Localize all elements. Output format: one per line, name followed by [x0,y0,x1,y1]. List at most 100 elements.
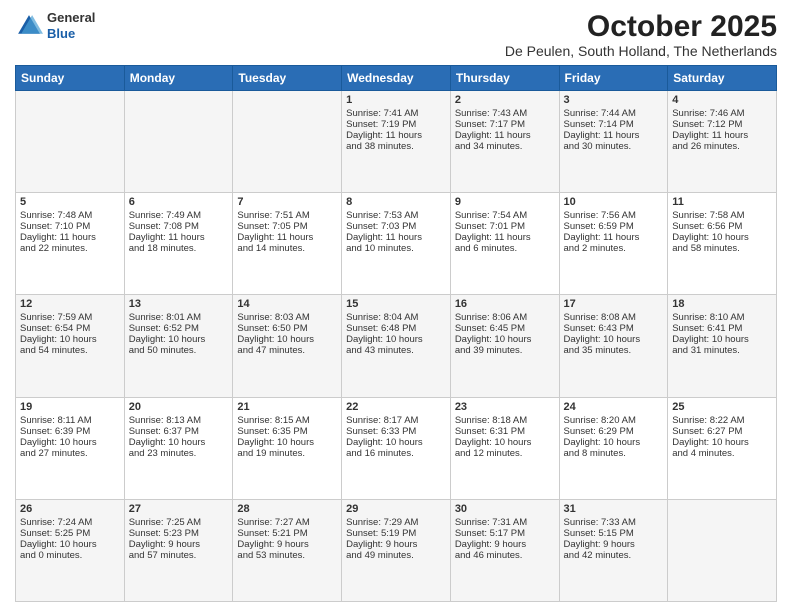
day-info-line: and 34 minutes. [455,141,555,152]
day-info-line: Sunrise: 7:56 AM [564,210,664,221]
day-info-line: Daylight: 9 hours [346,539,446,550]
day-info-line: Daylight: 10 hours [237,334,337,345]
day-info-line: and 14 minutes. [237,243,337,254]
day-info-line: Daylight: 11 hours [20,232,120,243]
calendar-cell [16,91,125,193]
day-info-line: Sunset: 7:12 PM [672,119,772,130]
day-info-line: and 49 minutes. [346,550,446,561]
calendar-cell: 19Sunrise: 8:11 AMSunset: 6:39 PMDayligh… [16,397,125,499]
day-number: 8 [346,196,446,208]
calendar-cell: 28Sunrise: 7:27 AMSunset: 5:21 PMDayligh… [233,499,342,601]
calendar-cell: 20Sunrise: 8:13 AMSunset: 6:37 PMDayligh… [124,397,233,499]
day-info-line: Sunrise: 7:48 AM [20,210,120,221]
day-info-line: Sunset: 6:45 PM [455,323,555,334]
day-number: 2 [455,94,555,106]
day-number: 22 [346,401,446,413]
calendar-cell: 2Sunrise: 7:43 AMSunset: 7:17 PMDaylight… [450,91,559,193]
day-info-line: Sunrise: 8:20 AM [564,415,664,426]
day-info-line: Daylight: 11 hours [564,232,664,243]
day-number: 6 [129,196,229,208]
day-info-line: and 38 minutes. [346,141,446,152]
day-number: 30 [455,503,555,515]
day-info-line: Sunset: 7:01 PM [455,221,555,232]
day-info-line: and 50 minutes. [129,345,229,356]
calendar-cell [233,91,342,193]
day-info-line: Sunrise: 7:53 AM [346,210,446,221]
calendar-week-row: 26Sunrise: 7:24 AMSunset: 5:25 PMDayligh… [16,499,777,601]
day-info-line: and 8 minutes. [564,448,664,459]
day-info-line: Sunset: 6:52 PM [129,323,229,334]
day-info-line: Sunset: 6:31 PM [455,426,555,437]
day-number: 27 [129,503,229,515]
calendar-cell: 6Sunrise: 7:49 AMSunset: 7:08 PMDaylight… [124,193,233,295]
day-info-line: and 12 minutes. [455,448,555,459]
day-info-line: Sunset: 6:48 PM [346,323,446,334]
day-number: 4 [672,94,772,106]
day-info-line: Sunrise: 7:44 AM [564,108,664,119]
day-info-line: Daylight: 11 hours [237,232,337,243]
day-number: 20 [129,401,229,413]
calendar-header-row: SundayMondayTuesdayWednesdayThursdayFrid… [16,66,777,91]
day-info-line: Daylight: 11 hours [129,232,229,243]
day-info-line: and 6 minutes. [455,243,555,254]
month-title: October 2025 [505,10,777,43]
calendar-week-row: 1Sunrise: 7:41 AMSunset: 7:19 PMDaylight… [16,91,777,193]
day-number: 19 [20,401,120,413]
day-info-line: Sunrise: 7:33 AM [564,517,664,528]
day-info-line: Sunrise: 8:22 AM [672,415,772,426]
day-info-line: and 19 minutes. [237,448,337,459]
calendar-cell: 24Sunrise: 8:20 AMSunset: 6:29 PMDayligh… [559,397,668,499]
day-info-line: Daylight: 10 hours [672,437,772,448]
day-info-line: Sunset: 6:43 PM [564,323,664,334]
calendar-cell: 18Sunrise: 8:10 AMSunset: 6:41 PMDayligh… [668,295,777,397]
day-info-line: Daylight: 10 hours [564,437,664,448]
day-info-line: Sunset: 6:54 PM [20,323,120,334]
calendar-table: SundayMondayTuesdayWednesdayThursdayFrid… [15,65,777,602]
day-info-line: Sunset: 6:33 PM [346,426,446,437]
day-number: 13 [129,298,229,310]
title-block: October 2025 De Peulen, South Holland, T… [505,10,777,59]
day-info-line: Sunrise: 8:13 AM [129,415,229,426]
location-subtitle: De Peulen, South Holland, The Netherland… [505,43,777,59]
day-info-line: Sunrise: 7:27 AM [237,517,337,528]
day-info-line: Daylight: 10 hours [129,437,229,448]
day-info-line: Daylight: 10 hours [20,334,120,345]
calendar-cell: 30Sunrise: 7:31 AMSunset: 5:17 PMDayligh… [450,499,559,601]
day-header-friday: Friday [559,66,668,91]
calendar-cell: 17Sunrise: 8:08 AMSunset: 6:43 PMDayligh… [559,295,668,397]
calendar-week-row: 12Sunrise: 7:59 AMSunset: 6:54 PMDayligh… [16,295,777,397]
calendar-cell: 29Sunrise: 7:29 AMSunset: 5:19 PMDayligh… [342,499,451,601]
calendar-cell: 12Sunrise: 7:59 AMSunset: 6:54 PMDayligh… [16,295,125,397]
calendar-cell: 11Sunrise: 7:58 AMSunset: 6:56 PMDayligh… [668,193,777,295]
calendar-cell: 21Sunrise: 8:15 AMSunset: 6:35 PMDayligh… [233,397,342,499]
calendar-cell: 1Sunrise: 7:41 AMSunset: 7:19 PMDaylight… [342,91,451,193]
day-info-line: Sunset: 5:15 PM [564,528,664,539]
calendar-cell: 3Sunrise: 7:44 AMSunset: 7:14 PMDaylight… [559,91,668,193]
day-info-line: and 58 minutes. [672,243,772,254]
calendar-cell [668,499,777,601]
header: General Blue October 2025 De Peulen, Sou… [15,10,777,59]
day-info-line: Sunrise: 8:18 AM [455,415,555,426]
day-number: 10 [564,196,664,208]
day-header-wednesday: Wednesday [342,66,451,91]
day-number: 7 [237,196,337,208]
calendar-cell: 4Sunrise: 7:46 AMSunset: 7:12 PMDaylight… [668,91,777,193]
day-info-line: Sunrise: 7:49 AM [129,210,229,221]
calendar-cell: 27Sunrise: 7:25 AMSunset: 5:23 PMDayligh… [124,499,233,601]
day-info-line: and 31 minutes. [672,345,772,356]
day-info-line: Daylight: 10 hours [237,437,337,448]
day-number: 25 [672,401,772,413]
day-info-line: Daylight: 10 hours [20,539,120,550]
day-info-line: Sunset: 6:50 PM [237,323,337,334]
day-info-line: and 0 minutes. [20,550,120,561]
calendar-cell: 9Sunrise: 7:54 AMSunset: 7:01 PMDaylight… [450,193,559,295]
calendar-cell: 13Sunrise: 8:01 AMSunset: 6:52 PMDayligh… [124,295,233,397]
logo-icon [15,12,43,40]
day-info-line: Sunrise: 8:01 AM [129,312,229,323]
day-info-line: and 54 minutes. [20,345,120,356]
day-info-line: Daylight: 11 hours [564,130,664,141]
day-info-line: and 39 minutes. [455,345,555,356]
day-info-line: Sunrise: 8:10 AM [672,312,772,323]
calendar-cell [124,91,233,193]
day-info-line: and 30 minutes. [564,141,664,152]
